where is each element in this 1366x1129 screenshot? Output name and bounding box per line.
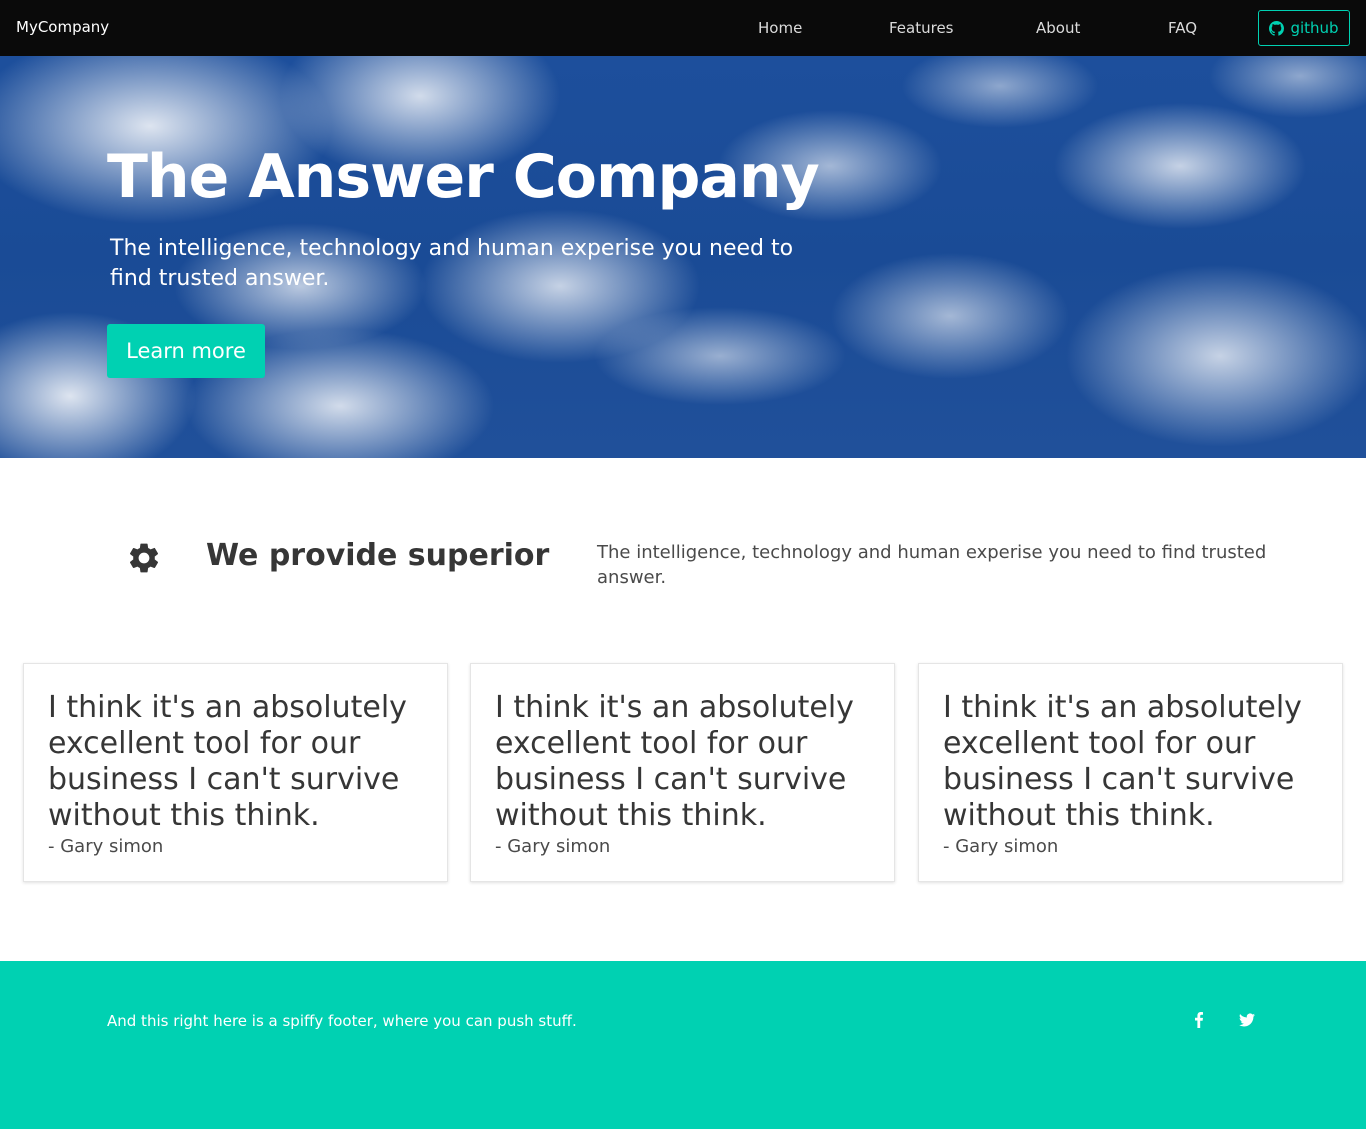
twitter-icon[interactable] xyxy=(1239,1012,1255,1028)
hero-banner: The Answer Company The intelligence, tec… xyxy=(0,56,1366,458)
hero-title: The Answer Company xyxy=(107,142,820,212)
nav-item-about[interactable]: About xyxy=(1036,19,1080,37)
brand-link[interactable]: MyCompany xyxy=(16,18,109,36)
footer: And this right here is a spiffy footer, … xyxy=(0,961,1366,1129)
learn-more-button[interactable]: Learn more xyxy=(107,324,265,378)
navbar: MyCompany Home Features About FAQ github xyxy=(0,0,1366,56)
feature-description: The intelligence, technology and human e… xyxy=(597,542,1267,588)
testimonial-quote: I think it's an absolutely excellent too… xyxy=(943,690,1302,833)
github-label: github xyxy=(1290,19,1339,37)
testimonial-author: - Gary simon xyxy=(48,836,164,857)
nav-item-faq[interactable]: FAQ xyxy=(1168,19,1197,37)
hero-subtitle: The intelligence, technology and human e… xyxy=(110,236,794,291)
testimonial-quote: I think it's an absolutely excellent too… xyxy=(495,690,854,833)
testimonial-author: - Gary simon xyxy=(943,836,1059,857)
github-button[interactable]: github xyxy=(1258,10,1350,46)
nav-item-features[interactable]: Features xyxy=(889,19,954,37)
nav-item-home[interactable]: Home xyxy=(758,19,802,37)
testimonial-card: I think it's an absolutely excellent too… xyxy=(23,663,448,882)
testimonial-author: - Gary simon xyxy=(495,836,611,857)
feature-heading: We provide superior xyxy=(206,538,550,573)
facebook-icon[interactable] xyxy=(1191,1012,1207,1028)
footer-text: And this right here is a spiffy footer, … xyxy=(107,1012,577,1030)
testimonial-quote: I think it's an absolutely excellent too… xyxy=(48,690,407,833)
testimonial-card: I think it's an absolutely excellent too… xyxy=(470,663,895,882)
github-icon xyxy=(1269,20,1285,36)
gear-icon xyxy=(129,543,159,573)
testimonial-card: I think it's an absolutely excellent too… xyxy=(918,663,1343,882)
